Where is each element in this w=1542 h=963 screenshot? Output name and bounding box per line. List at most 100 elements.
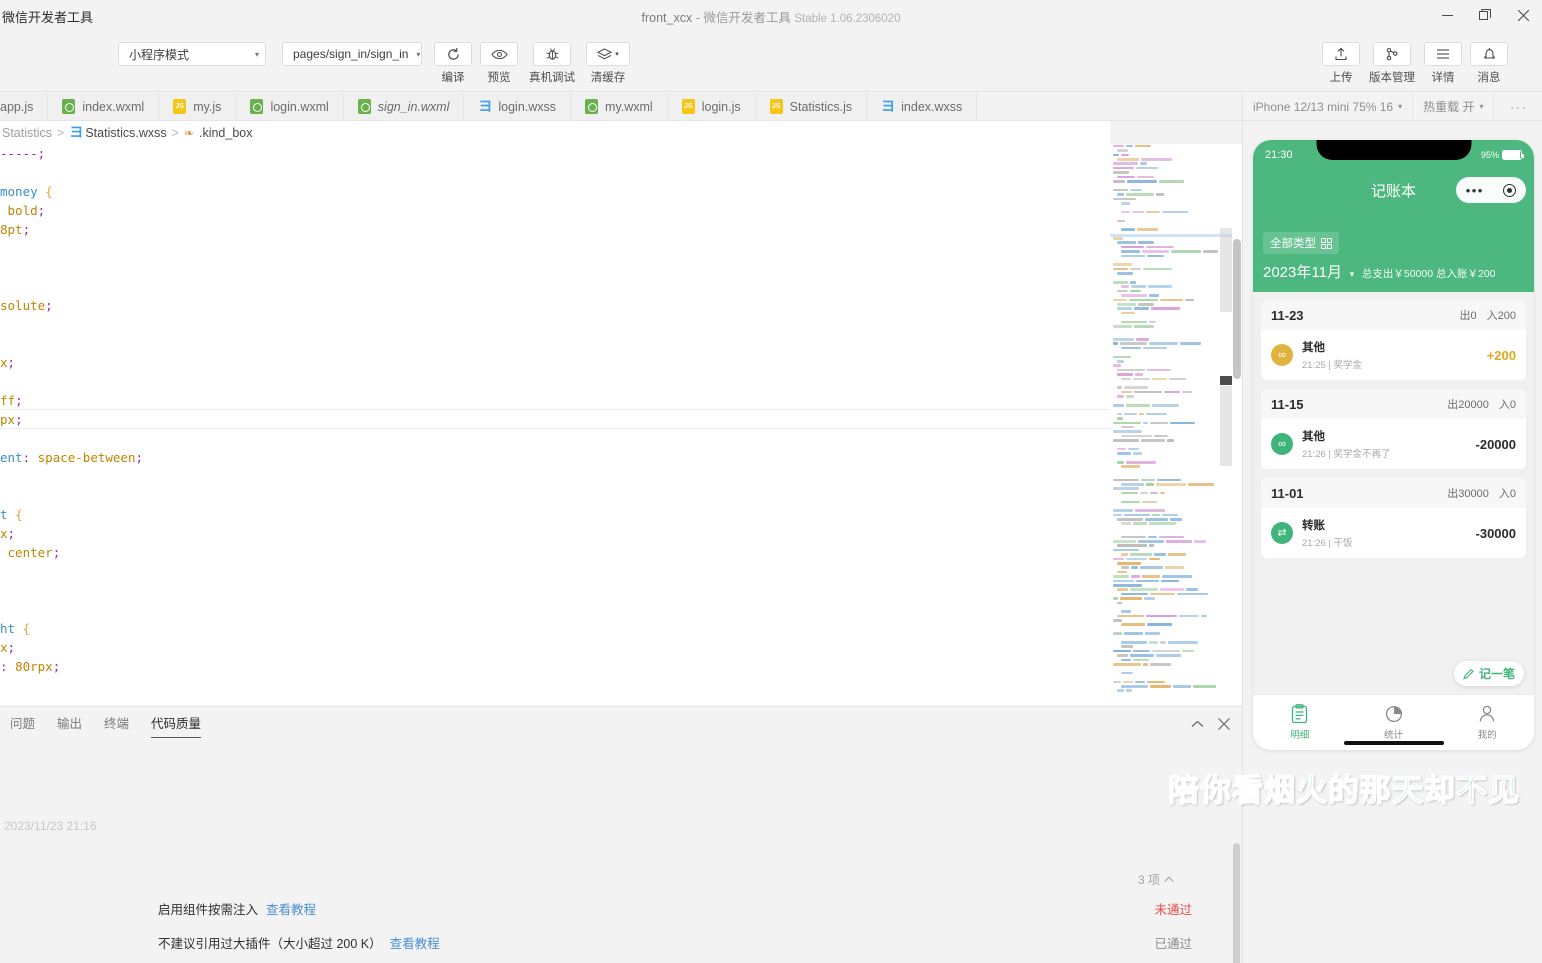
tab-output[interactable]: 输出 [57,707,82,743]
transaction-amount: -20000 [1475,436,1516,452]
transaction-amount: +200 [1486,347,1516,363]
tab-code-quality[interactable]: 代码质量 [151,707,202,743]
phone-tab-bar: 明细 统计 我的 [1253,694,1534,750]
upload-button[interactable]: 上传 [1318,42,1364,85]
file-tab-statistics-js[interactable]: JS Statistics.js [755,93,868,120]
filter-chip-all-types[interactable]: 全部类型 [1263,232,1339,254]
wxml-file-icon [585,99,599,114]
filter-chip-label: 全部类型 [1270,238,1316,250]
editor-scrollbar[interactable] [1232,144,1242,706]
issue-count[interactable]: 3 项 [1138,871,1174,888]
group-out-total: 出20000 [1447,399,1489,411]
file-tab-app-js[interactable]: app.js [0,93,49,120]
transaction-note: 21:26 | 奖学金不再了 [1302,449,1391,460]
clear-cache-button[interactable]: ▾ 清缓存 [582,42,634,85]
quality-row[interactable]: 启用组件按需注入 查看教程 未通过 [0,891,1242,925]
scan-timestamp: 2023/11/23 21:16 [4,819,97,833]
code-editor[interactable]: -----; money { bold; 8pt; solute; x; ff;… [0,144,1110,706]
add-record-button[interactable]: 记一笔 [1453,661,1524,686]
collapse-panel-icon[interactable] [1191,718,1204,733]
minimize-button[interactable] [1428,0,1466,30]
branch-icon [1373,42,1411,66]
selected-month: 2023年11月 [1263,264,1342,281]
file-tab-login-wxss[interactable]: ヨ login.wxss [464,93,572,120]
real-device-debug-button[interactable]: 真机调试 [522,42,582,85]
more-icon[interactable]: ••• [1466,184,1484,197]
file-tab-label: login.js [701,99,741,114]
transaction-list[interactable]: 11-23 出0 入200 ∞ 其他 21:25 | 奖学金 +200 11-1… [1253,292,1534,694]
simulator-more-icon[interactable]: ··· [1496,100,1542,114]
code-minimap[interactable] [1110,144,1232,706]
transaction-row[interactable]: ⇄ 转账 21:26 | 干饭 -30000 [1261,508,1526,558]
transaction-row[interactable]: ∞ 其他 21:26 | 奖学金不再了 -20000 [1261,419,1526,469]
compile-button[interactable]: 编译 [430,42,476,85]
details-button[interactable]: 详情 [1420,42,1466,85]
code-line: 8pt; [0,222,31,237]
bottom-panel-actions [1191,717,1242,733]
list-icon [1292,704,1308,724]
breadcrumb-root[interactable]: Statistics [2,126,52,140]
minimap-viewport[interactable] [1220,228,1232,312]
minimap-scroll-thumb[interactable] [1220,376,1232,385]
view-tutorial-link[interactable]: 查看教程 [390,933,440,952]
transaction-group: 11-01 出30000 入0 ⇄ 转账 21:26 | 干饭 -30000 [1261,478,1526,558]
close-mini-program-icon[interactable] [1503,183,1517,197]
tab-terminal[interactable]: 终端 [104,707,129,743]
page-select[interactable]: pages/sign_in/sign_in ▾ [282,42,422,66]
phone-header: 21:30 95% 记账本 ••• 全部类型 2023年11月 ▼ 总支出￥50… [1253,140,1534,292]
device-select[interactable]: iPhone 12/13 mini 75% 16 ▾ [1243,92,1414,121]
quality-status-badge: 已通过 [1154,936,1192,951]
version-control-button[interactable]: 版本管理 [1364,42,1420,85]
phone-tab-details[interactable]: 明细 [1253,704,1347,741]
page-select-value: pages/sign_in/sign_in [293,47,409,61]
month-totals: 总支出￥50000 总入账￥200 [1361,268,1496,280]
month-summary-row[interactable]: 2023年11月 ▼ 总支出￥50000 总入账￥200 [1253,254,1534,292]
file-tab-my-wxml[interactable]: my.wxml [571,93,668,120]
bell-icon [1470,42,1508,66]
category-other-icon: ∞ [1271,433,1293,455]
file-tab-label: my.js [193,99,222,114]
panel-scrollbar[interactable] [1233,843,1240,963]
file-tab-sign-in-wxml[interactable]: sign_in.wxml [343,93,465,120]
phone-notch [1316,140,1471,160]
quality-row[interactable]: 不建议引用过大插件（大小超过 200 K） 查看教程 已通过 [0,925,1242,959]
chevron-down-icon[interactable]: ▼ [1348,270,1356,279]
code-line: x; [0,355,16,370]
view-tutorial-link[interactable]: 查看教程 [266,899,316,918]
hot-reload-select[interactable]: 热重载 开 ▾ [1413,92,1495,121]
phone-simulator[interactable]: 21:30 95% 记账本 ••• 全部类型 2023年11月 ▼ 总支出￥50… [1253,140,1534,750]
phone-tab-profile[interactable]: 我的 [1440,704,1534,741]
tab-problems[interactable]: 问题 [10,707,35,743]
mode-select[interactable]: 小程序模式 ▾ [118,42,266,66]
breadcrumb-separator: > [57,125,65,140]
file-tab-login-wxml[interactable]: login.wxml [236,93,344,120]
minimap-viewport[interactable] [1220,386,1232,466]
breadcrumb-separator: > [171,125,179,140]
file-tab-index-wxml[interactable]: index.wxml [48,93,160,120]
preview-button[interactable]: 预览 [476,42,522,85]
transaction-row[interactable]: ∞ 其他 21:25 | 奖学金 +200 [1261,330,1526,380]
breadcrumb-file[interactable]: Statistics.wxss [85,126,166,140]
chevron-down-icon: ▾ [1479,102,1484,111]
breadcrumb-symbol[interactable]: .kind_box [199,126,253,140]
file-tab-label: Statistics.js [789,99,853,114]
quality-row[interactable]: 图片和音频资源大小应不超过 200 K 查看教程 已通过 [0,959,1242,963]
phone-tab-statistics[interactable]: 统计 [1347,704,1441,741]
battery-icon [1502,150,1524,160]
messages-button[interactable]: 消息 [1466,42,1512,85]
wechat-capsule-menu[interactable]: ••• [1456,177,1526,203]
editor-scroll-thumb[interactable] [1233,239,1241,379]
chevron-down-icon: ▾ [615,51,619,58]
file-tab-my-js[interactable]: JS my.js [159,93,237,120]
file-tab-index-wxss[interactable]: ヨ index.wxss [867,93,978,120]
simulator-toolbar: iPhone 12/13 mini 75% 16 ▾ 热重载 开 ▾ ··· [1243,92,1542,121]
maximize-button[interactable] [1466,0,1504,30]
close-panel-icon[interactable] [1218,717,1230,733]
layers-icon: ▾ [586,42,630,66]
close-button[interactable] [1504,0,1542,30]
file-tab-login-js[interactable]: JS login.js [667,93,756,120]
